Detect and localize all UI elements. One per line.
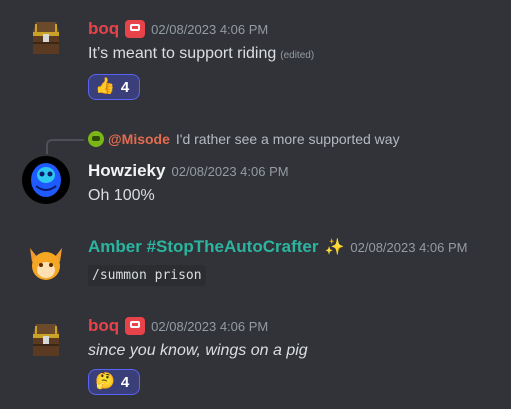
timestamp[interactable]: 02/08/2023 4:06 PM — [151, 22, 268, 37]
message-header: Amber #StopTheAutoCrafter ✨ 02/08/2023 4… — [88, 236, 467, 258]
red-badge-icon — [125, 20, 146, 38]
edited-label: (edited) — [280, 50, 315, 61]
message-content: since you know, wings on a pig — [88, 342, 308, 359]
message-content: Oh 100% — [88, 187, 155, 204]
reaction-thumbs-up[interactable]: 👍 4 — [88, 74, 140, 100]
message-header: boq 02/08/2023 4:06 PM — [88, 315, 268, 337]
reply-connector — [46, 139, 84, 154]
reply-preview[interactable]: @Misode I'd rather see a more supported … — [88, 129, 400, 149]
reply-username[interactable]: @Misode — [108, 131, 170, 147]
sparkle-icon: ✨ — [324, 239, 345, 256]
timestamp[interactable]: 02/08/2023 4:06 PM — [151, 319, 268, 334]
avatar-howzieky[interactable] — [22, 156, 70, 204]
reaction-thinking[interactable]: 🤔 4 — [88, 369, 140, 395]
reaction-count: 4 — [120, 78, 130, 96]
thinking-face-icon: 🤔 — [95, 373, 115, 390]
timestamp[interactable]: 02/08/2023 4:06 PM — [350, 240, 467, 255]
timestamp[interactable]: 02/08/2023 4:06 PM — [171, 164, 288, 179]
reply-text: I'd rather see a more supported way — [175, 131, 400, 147]
red-badge-icon — [125, 317, 146, 335]
username[interactable]: Amber #StopTheAutoCrafter — [88, 237, 318, 257]
message-text: It’s meant to support riding — [88, 45, 277, 62]
message-header: Howzieky 02/08/2023 4:06 PM — [88, 160, 289, 182]
reply-avatar — [88, 131, 104, 147]
username[interactable]: Howzieky — [88, 161, 165, 181]
message-header: boq 02/08/2023 4:06 PM — [88, 18, 268, 40]
avatar-boq[interactable] — [22, 316, 70, 364]
message-content: It’s meant to support riding (edited) — [88, 45, 314, 63]
avatar-boq[interactable] — [22, 14, 70, 62]
inline-code: /summon prison — [88, 265, 206, 286]
username[interactable]: boq — [88, 19, 119, 39]
thumbs-up-icon: 👍 — [95, 78, 115, 95]
message-content: /summon prison — [88, 265, 206, 286]
avatar-amber[interactable] — [22, 238, 70, 286]
username[interactable]: boq — [88, 316, 119, 336]
reaction-count: 4 — [120, 373, 130, 391]
